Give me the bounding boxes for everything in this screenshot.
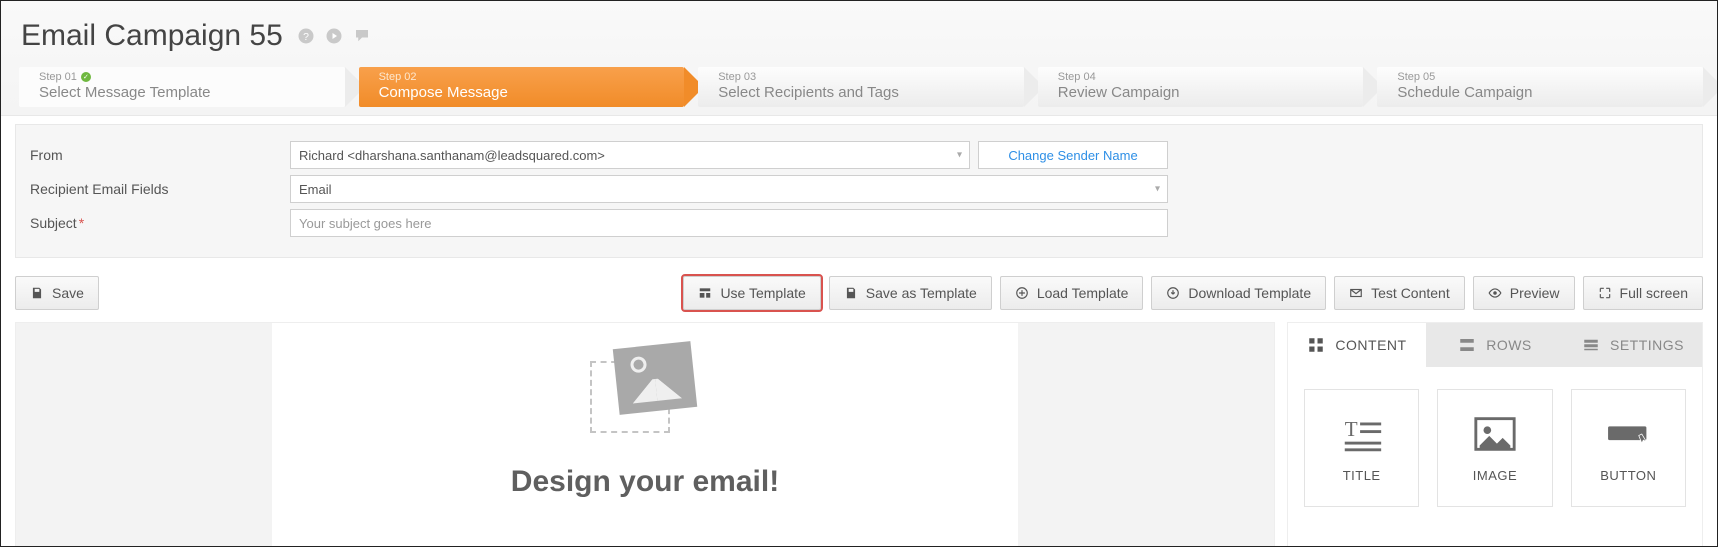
fullscreen-label: Full screen bbox=[1620, 285, 1688, 301]
email-canvas[interactable]: Design your email! bbox=[15, 322, 1275, 547]
button-block-icon bbox=[1605, 414, 1651, 454]
download-icon bbox=[1166, 286, 1180, 300]
step-3-num: Step 03 bbox=[718, 72, 1024, 83]
save-as-template-label: Save as Template bbox=[866, 285, 977, 301]
title-block-icon: T bbox=[1339, 414, 1385, 454]
tab-content[interactable]: CONTENT bbox=[1288, 323, 1426, 367]
from-select[interactable] bbox=[290, 141, 970, 169]
preview-label: Preview bbox=[1510, 285, 1560, 301]
step-3[interactable]: Step 03 Select Recipients and Tags bbox=[698, 67, 1024, 107]
recipient-select[interactable] bbox=[290, 175, 1168, 203]
download-template-button[interactable]: Download Template bbox=[1151, 276, 1326, 310]
comment-icon[interactable] bbox=[353, 27, 371, 45]
help-icon[interactable]: ? bbox=[297, 27, 315, 45]
image-placeholder-icon bbox=[590, 345, 700, 437]
load-template-label: Load Template bbox=[1037, 285, 1129, 301]
tile-button[interactable]: BUTTON bbox=[1571, 389, 1686, 507]
subject-input[interactable] bbox=[290, 209, 1168, 237]
save-button[interactable]: Save bbox=[15, 276, 99, 310]
tab-settings-label: SETTINGS bbox=[1610, 337, 1684, 353]
canvas-gutter-left bbox=[16, 323, 272, 547]
grid-icon bbox=[1307, 336, 1325, 354]
test-content-label: Test Content bbox=[1371, 285, 1450, 301]
step-5-num: Step 05 bbox=[1397, 72, 1703, 83]
load-template-button[interactable]: Load Template bbox=[1000, 276, 1144, 310]
eye-icon bbox=[1488, 286, 1502, 300]
tab-settings[interactable]: SETTINGS bbox=[1564, 323, 1702, 367]
step-2-num: Step 02 bbox=[379, 72, 685, 83]
subject-label: Subject* bbox=[26, 215, 290, 231]
tab-rows[interactable]: ROWS bbox=[1426, 323, 1564, 367]
tile-title-label: TITLE bbox=[1343, 468, 1381, 483]
step-4-num: Step 04 bbox=[1058, 72, 1364, 83]
change-sender-link[interactable]: Change Sender Name bbox=[1008, 148, 1137, 163]
save-icon bbox=[30, 286, 44, 300]
step-4-label: Review Campaign bbox=[1058, 83, 1364, 103]
play-icon[interactable] bbox=[325, 27, 343, 45]
settings-icon bbox=[1582, 336, 1600, 354]
step-1-label: Select Message Template bbox=[39, 83, 345, 103]
tile-button-label: BUTTON bbox=[1600, 468, 1656, 483]
preview-button[interactable]: Preview bbox=[1473, 276, 1575, 310]
step-5-label: Schedule Campaign bbox=[1397, 83, 1703, 103]
recipient-label: Recipient Email Fields bbox=[26, 181, 290, 197]
fullscreen-button[interactable]: Full screen bbox=[1583, 276, 1703, 310]
envelope-icon bbox=[1349, 286, 1363, 300]
editor-sidepanel: CONTENT ROWS SETTINGS T TITLE I bbox=[1287, 322, 1703, 547]
editor-toolbar: Save Use Template Save as Template Load … bbox=[1, 258, 1717, 322]
step-4[interactable]: Step 04 Review Campaign bbox=[1038, 67, 1364, 107]
save-as-template-button[interactable]: Save as Template bbox=[829, 276, 992, 310]
step-5[interactable]: Step 05 Schedule Campaign bbox=[1377, 67, 1703, 107]
change-sender-button[interactable]: Change Sender Name bbox=[978, 141, 1168, 169]
canvas-headline: Design your email! bbox=[511, 465, 779, 499]
template-icon bbox=[698, 286, 712, 300]
tab-content-label: CONTENT bbox=[1335, 337, 1406, 353]
step-1-num: Step 01 bbox=[39, 72, 77, 83]
required-asterisk: * bbox=[79, 215, 84, 231]
use-template-label: Use Template bbox=[720, 285, 805, 301]
save-label: Save bbox=[52, 285, 84, 301]
tab-rows-label: ROWS bbox=[1486, 337, 1532, 353]
tile-image[interactable]: IMAGE bbox=[1437, 389, 1552, 507]
use-template-button[interactable]: Use Template bbox=[683, 276, 820, 310]
wizard-steps: Step 01 ✓ Select Message Template Step 02… bbox=[1, 61, 1717, 115]
step-3-label: Select Recipients and Tags bbox=[718, 83, 1024, 103]
step-2[interactable]: Step 02 Compose Message bbox=[359, 67, 685, 107]
save-icon bbox=[844, 286, 858, 300]
tile-title[interactable]: T TITLE bbox=[1304, 389, 1419, 507]
fullscreen-icon bbox=[1598, 286, 1612, 300]
image-block-icon bbox=[1472, 414, 1518, 454]
step-1[interactable]: Step 01 ✓ Select Message Template bbox=[19, 67, 345, 107]
plus-circle-icon bbox=[1015, 286, 1029, 300]
download-template-label: Download Template bbox=[1188, 285, 1311, 301]
svg-text:?: ? bbox=[303, 31, 309, 43]
canvas-gutter-right bbox=[1018, 323, 1274, 547]
from-label: From bbox=[26, 147, 290, 163]
step-2-label: Compose Message bbox=[379, 83, 685, 103]
page-title: Email Campaign 55 bbox=[21, 19, 283, 53]
test-content-button[interactable]: Test Content bbox=[1334, 276, 1465, 310]
rows-icon bbox=[1458, 336, 1476, 354]
check-icon: ✓ bbox=[81, 72, 91, 82]
svg-text:T: T bbox=[1344, 416, 1357, 440]
tile-image-label: IMAGE bbox=[1473, 468, 1517, 483]
form-panel: From ▾ Change Sender Name Recipient Emai… bbox=[15, 124, 1703, 258]
